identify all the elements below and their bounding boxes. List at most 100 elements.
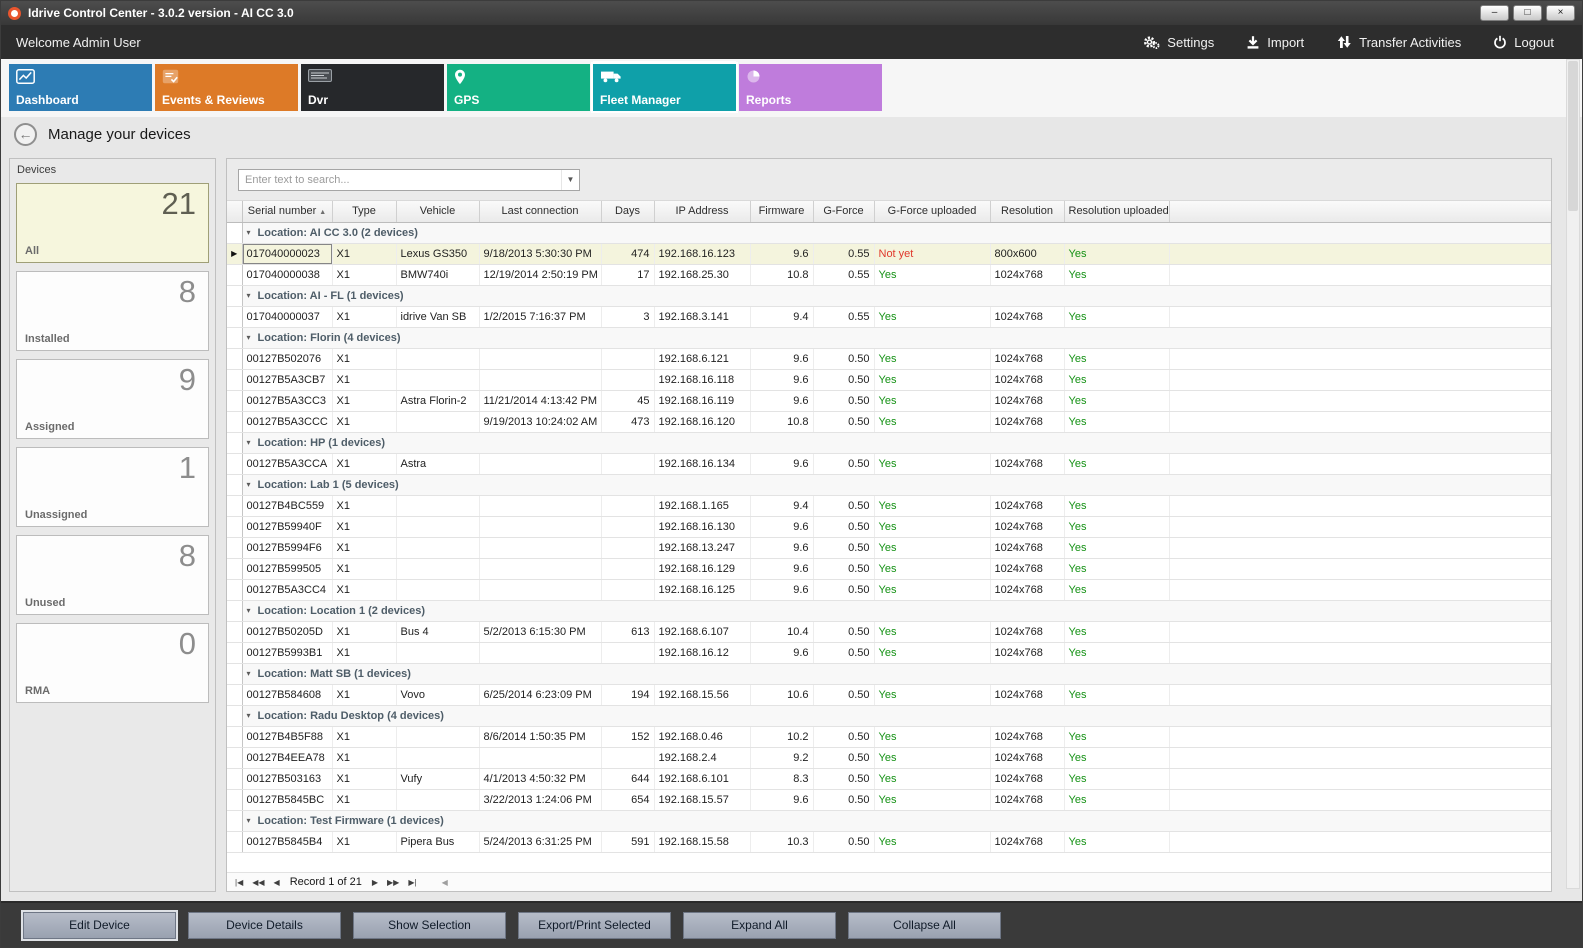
logout-button[interactable]: Logout: [1493, 35, 1554, 50]
cell-type: X1: [332, 768, 396, 789]
device-row[interactable]: 00127B50205DX1Bus 45/2/2013 6:15:30 PM61…: [227, 621, 1551, 642]
device-row[interactable]: 00127B5A3CC3X1Astra Florin-211/21/2014 4…: [227, 390, 1551, 411]
device-row[interactable]: 00127B5A3CC4X1192.168.16.1259.60.50Yes10…: [227, 579, 1551, 600]
group-row[interactable]: ▾Location: Florin (4 devices): [227, 327, 1551, 348]
previous-record-button[interactable]: ◀: [274, 878, 280, 887]
previous-page-button[interactable]: ◀◀: [252, 878, 264, 887]
map-pin-icon: [454, 69, 466, 90]
device-row[interactable]: 00127B5845B4X1Pipera Bus5/24/2013 6:31:2…: [227, 831, 1551, 852]
column-header-resolution[interactable]: Resolution: [990, 201, 1064, 222]
column-header-type[interactable]: Type: [332, 201, 396, 222]
column-header-resolution-uploaded[interactable]: Resolution uploaded: [1064, 201, 1169, 222]
collapse-group-icon[interactable]: ▾: [247, 816, 251, 825]
cell-resolution: 1024x768: [990, 453, 1064, 474]
group-row[interactable]: ▾Location: Radu Desktop (4 devices): [227, 705, 1551, 726]
settings-button[interactable]: Settings: [1143, 35, 1214, 50]
group-row[interactable]: ▾Location: Lab 1 (5 devices): [227, 474, 1551, 495]
group-row[interactable]: ▾Location: Location 1 (2 devices): [227, 600, 1551, 621]
next-page-button[interactable]: ▶▶: [387, 878, 399, 887]
device-row[interactable]: ▶017040000023X1Lexus GS3509/18/2013 5:30…: [227, 243, 1551, 264]
topbar-actions: Settings Import Transfer Activities Logout: [1143, 35, 1554, 50]
device-row[interactable]: 017040000038X1BMW740i12/19/2014 2:50:19 …: [227, 264, 1551, 285]
window-controls: –□×: [1480, 5, 1575, 21]
device-filter-installed[interactable]: 8Installed: [16, 271, 209, 351]
tab-events-reviews[interactable]: Events & Reviews: [155, 64, 298, 111]
device-row[interactable]: 00127B4B5F88X18/6/2014 1:50:35 PM152192.…: [227, 726, 1551, 747]
device-row[interactable]: 00127B584608X1Vovo6/25/2014 6:23:09 PM19…: [227, 684, 1551, 705]
device-row[interactable]: 00127B59940FX1192.168.16.1309.60.50Yes10…: [227, 516, 1551, 537]
device-row[interactable]: 00127B5A3CCAX1Astra192.168.16.1349.60.50…: [227, 453, 1551, 474]
tab-dashboard[interactable]: Dashboard: [9, 64, 152, 111]
cell-type: X1: [332, 306, 396, 327]
column-header-serial-number[interactable]: Serial number ▲: [242, 201, 332, 222]
group-row[interactable]: ▾Location: AI CC 3.0 (2 devices): [227, 222, 1551, 243]
collapse-all-button[interactable]: Collapse All: [848, 912, 1001, 939]
collapse-group-icon[interactable]: ▾: [247, 480, 251, 489]
first-record-button[interactable]: |◀: [235, 878, 243, 887]
export-print-selected-button[interactable]: Export/Print Selected: [518, 912, 671, 939]
column-header-days[interactable]: Days: [601, 201, 654, 222]
device-filter-all[interactable]: 21All: [16, 183, 209, 263]
device-filter-unused[interactable]: 8Unused: [16, 535, 209, 615]
tab-fleet-manager[interactable]: Fleet Manager: [593, 64, 736, 111]
device-row[interactable]: 00127B5845BCX13/22/2013 1:24:06 PM654192…: [227, 789, 1551, 810]
show-selection-button[interactable]: Show Selection: [353, 912, 506, 939]
scrollbar-thumb[interactable]: [1568, 61, 1578, 211]
device-row[interactable]: 00127B4EEA78X1192.168.2.49.20.50Yes1024x…: [227, 747, 1551, 768]
device-row[interactable]: 017040000037X1idrive Van SB1/2/2015 7:16…: [227, 306, 1551, 327]
collapse-group-icon[interactable]: ▾: [247, 291, 251, 300]
column-header-g-force-uploaded[interactable]: G-Force uploaded: [874, 201, 990, 222]
transfer-activities-button[interactable]: Transfer Activities: [1336, 35, 1461, 50]
combo-dropdown-icon[interactable]: ▼: [561, 170, 579, 190]
back-button[interactable]: ←: [14, 123, 37, 146]
cell-type: X1: [332, 747, 396, 768]
device-row[interactable]: 00127B503163X1Vufy4/1/2013 4:50:32 PM644…: [227, 768, 1551, 789]
group-row[interactable]: ▾Location: HP (1 devices): [227, 432, 1551, 453]
tab-dvr[interactable]: Dvr: [301, 64, 444, 111]
column-header-firmware[interactable]: Firmware: [750, 201, 813, 222]
collapse-group-icon[interactable]: ▾: [247, 438, 251, 447]
minimize-button[interactable]: –: [1480, 5, 1509, 21]
import-button[interactable]: Import: [1246, 35, 1304, 50]
search-input[interactable]: [239, 170, 561, 190]
last-record-button[interactable]: ▶|: [408, 878, 416, 887]
cell-serial-number: 00127B5A3CC4: [242, 579, 332, 600]
tab-reports[interactable]: Reports: [739, 64, 882, 111]
cell-resolution-uploaded: Yes: [1064, 537, 1169, 558]
maximize-button[interactable]: □: [1513, 5, 1542, 21]
device-row[interactable]: 00127B502076X1192.168.6.1219.60.50Yes102…: [227, 348, 1551, 369]
pager-scroll-left-button[interactable]: ◀: [442, 878, 448, 887]
column-header-vehicle[interactable]: Vehicle: [396, 201, 479, 222]
device-row[interactable]: 00127B5994F6X1192.168.13.2479.60.50Yes10…: [227, 537, 1551, 558]
group-row[interactable]: ▾Location: Test Firmware (1 devices): [227, 810, 1551, 831]
device-row[interactable]: 00127B5993B1X1192.168.16.129.60.50Yes102…: [227, 642, 1551, 663]
device-row[interactable]: 00127B4BC559X1192.168.1.1659.40.50Yes102…: [227, 495, 1551, 516]
device-filter-unassigned[interactable]: 1Unassigned: [16, 447, 209, 527]
window-scrollbar[interactable]: [1566, 59, 1580, 889]
collapse-group-icon[interactable]: ▾: [247, 333, 251, 342]
group-row[interactable]: ▾Location: AI - FL (1 devices): [227, 285, 1551, 306]
column-header-last-connection[interactable]: Last connection: [479, 201, 601, 222]
device-row[interactable]: 00127B5A3CB7X1192.168.16.1189.60.50Yes10…: [227, 369, 1551, 390]
edit-device-button[interactable]: Edit Device: [23, 912, 176, 939]
close-button[interactable]: ×: [1546, 5, 1575, 21]
next-record-button[interactable]: ▶: [372, 878, 378, 887]
column-header-g-force[interactable]: G-Force: [813, 201, 874, 222]
device-filter-assigned[interactable]: 9Assigned: [16, 359, 209, 439]
collapse-group-icon[interactable]: ▾: [247, 669, 251, 678]
group-row[interactable]: ▾Location: Matt SB (1 devices): [227, 663, 1551, 684]
collapse-group-icon[interactable]: ▾: [247, 711, 251, 720]
tab-gps[interactable]: GPS: [447, 64, 590, 111]
topbar: Welcome Admin User SettingsImportTransfe…: [1, 25, 1582, 59]
device-row[interactable]: 00127B599505X1192.168.16.1299.60.50Yes10…: [227, 558, 1551, 579]
device-row[interactable]: 00127B5A3CCCX19/19/2013 10:24:02 AM47319…: [227, 411, 1551, 432]
collapse-group-icon[interactable]: ▾: [247, 606, 251, 615]
cell-resolution-uploaded: Yes: [1064, 390, 1169, 411]
expand-all-button[interactable]: Expand All: [683, 912, 836, 939]
column-header-ip-address[interactable]: IP Address: [654, 201, 750, 222]
row-indicator: [227, 411, 242, 432]
checklist-icon: [162, 69, 179, 89]
device-filter-rma[interactable]: 0RMA: [16, 623, 209, 703]
device-details-button[interactable]: Device Details: [188, 912, 341, 939]
collapse-group-icon[interactable]: ▾: [247, 228, 251, 237]
